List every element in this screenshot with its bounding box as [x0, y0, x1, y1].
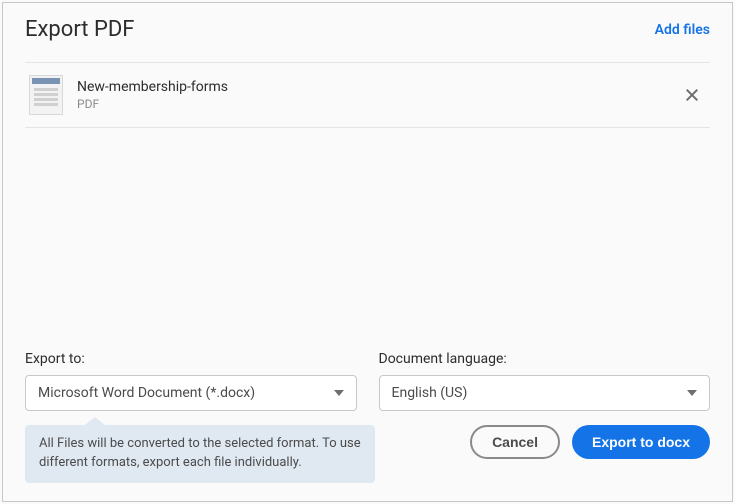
pdf-thumbnail-icon [29, 75, 63, 115]
format-info-tooltip: All Files will be converted to the selec… [25, 425, 375, 483]
export-to-value: Microsoft Word Document (*.docx) [38, 385, 255, 401]
dialog-bottom: Export to: Microsoft Word Document (*.do… [3, 351, 732, 501]
file-info: New-membership-forms PDF [77, 79, 678, 111]
dialog-title: Export PDF [25, 17, 134, 42]
file-row: New-membership-forms PDF [25, 63, 710, 127]
export-to-field: Export to: Microsoft Word Document (*.do… [25, 351, 357, 411]
language-label: Document language: [379, 351, 711, 367]
footer-row: All Files will be converted to the selec… [25, 425, 710, 483]
chevron-down-icon [687, 388, 697, 398]
language-value: English (US) [392, 385, 468, 401]
export-to-label: Export to: [25, 351, 357, 367]
fields-row: Export to: Microsoft Word Document (*.do… [25, 351, 710, 411]
dialog-actions: Cancel Export to docx [470, 425, 710, 459]
file-list: New-membership-forms PDF [25, 62, 710, 128]
file-type: PDF [77, 97, 678, 111]
dialog-header: Export PDF Add files [3, 3, 732, 52]
chevron-down-icon [334, 388, 344, 398]
export-pdf-dialog: Export PDF Add files New-membership-form… [2, 2, 733, 502]
file-name: New-membership-forms [77, 79, 678, 95]
cancel-button[interactable]: Cancel [470, 425, 560, 459]
export-to-select[interactable]: Microsoft Word Document (*.docx) [25, 375, 357, 411]
add-files-link[interactable]: Add files [655, 22, 710, 38]
language-field: Document language: English (US) [379, 351, 711, 411]
close-icon [685, 88, 699, 102]
export-button[interactable]: Export to docx [572, 425, 710, 459]
language-select[interactable]: English (US) [379, 375, 711, 411]
remove-file-button[interactable] [678, 81, 706, 109]
